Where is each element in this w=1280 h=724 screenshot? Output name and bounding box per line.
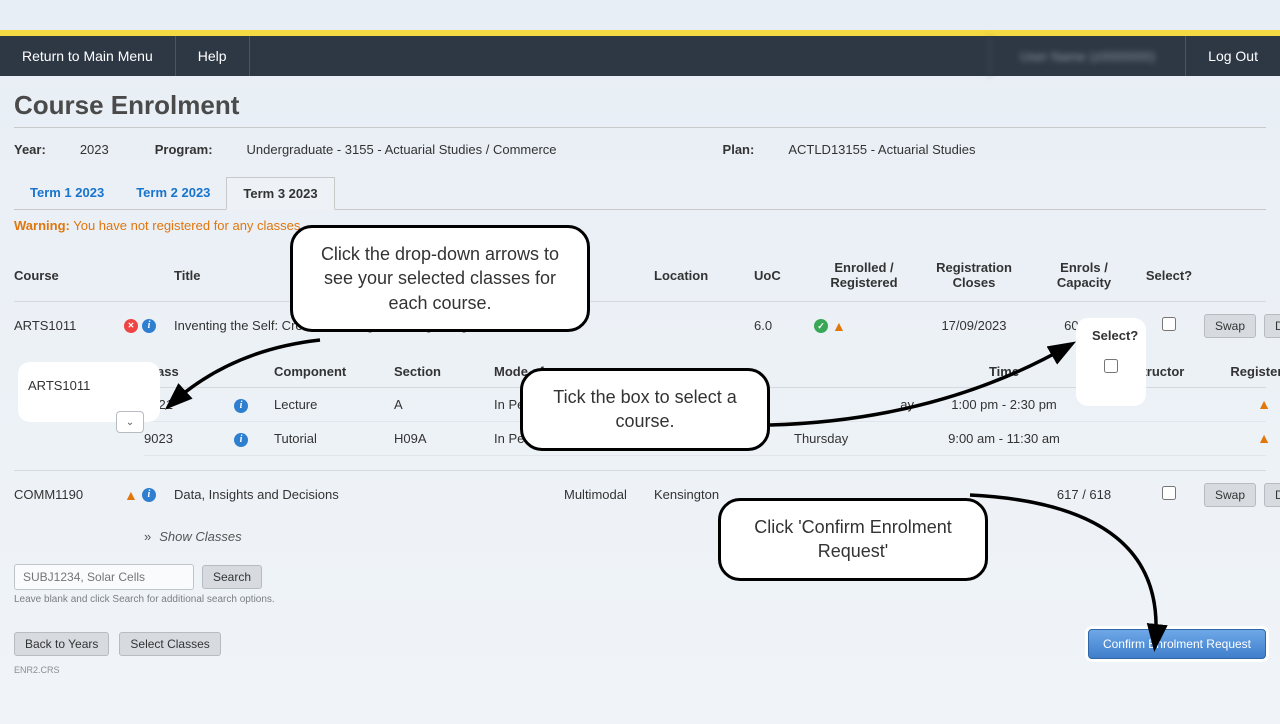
select-checkbox[interactable] xyxy=(1162,317,1176,331)
back-to-years-button[interactable]: Back to Years xyxy=(14,632,109,656)
col-enrolled: Enrolled / Registered xyxy=(814,261,914,291)
course-search-input[interactable] xyxy=(14,564,194,590)
year-label: Year: xyxy=(14,142,46,157)
search-hint: Leave blank and click Search for additio… xyxy=(14,594,1266,605)
drop-button[interactable]: Drop xyxy=(1264,483,1280,507)
remove-icon[interactable] xyxy=(124,319,138,333)
col-reg-closes: Registration Closes xyxy=(914,261,1034,291)
col-time: Time xyxy=(914,364,1094,379)
warning-icon xyxy=(124,487,138,503)
year-value: 2023 xyxy=(80,142,109,157)
help-link[interactable]: Help xyxy=(176,36,250,76)
course-title: Data, Insights and Decisions xyxy=(174,487,564,502)
class-section: A xyxy=(394,397,494,412)
term-tabs: Term 1 2023 Term 2 2023 Term 3 2023 xyxy=(14,177,1266,210)
select-checkbox-highlight[interactable] xyxy=(1104,359,1118,373)
context-row: Year: 2023 Program: Undergraduate - 3155 -… xyxy=(14,142,1266,157)
enrolled-check-icon xyxy=(814,319,828,333)
course-code: ARTS1011 xyxy=(14,318,124,333)
chevron-down-icon: ⌄ xyxy=(126,417,134,428)
select-classes-button[interactable]: Select Classes xyxy=(119,632,220,656)
col-select: Select? xyxy=(1134,268,1204,283)
callout-tick: Tick the box to select a course. xyxy=(520,368,770,451)
course-reg-closes: 17/09/2023 xyxy=(914,318,1034,333)
tab-term1[interactable]: Term 1 2023 xyxy=(14,177,120,209)
info-icon[interactable] xyxy=(234,433,248,447)
expand-classes-button[interactable]: ⌄ xyxy=(116,411,144,433)
course-uoc: 6.0 xyxy=(754,318,814,333)
class-component: Tutorial xyxy=(274,431,394,446)
select-checkbox[interactable] xyxy=(1162,486,1176,500)
class-day: ay xyxy=(794,397,914,412)
callout-confirm: Click 'Confirm Enrolment Request' xyxy=(718,498,988,581)
page-title: Course Enrolment xyxy=(14,90,1266,128)
confirm-enrolment-button[interactable]: Confirm Enrolment Request xyxy=(1088,629,1266,659)
program-label: Program: xyxy=(155,142,213,157)
search-button[interactable]: Search xyxy=(202,565,262,589)
course-delivery: Multimodal xyxy=(564,487,654,502)
callout-dropdown: Click the drop-down arrows to see your s… xyxy=(290,225,590,332)
tab-term2[interactable]: Term 2 2023 xyxy=(120,177,226,209)
info-icon[interactable] xyxy=(142,319,156,333)
user-identity: User Name (z0000000) xyxy=(989,36,1185,76)
page-code: ENR2.CRS xyxy=(14,665,1266,675)
warning-label: Warning: xyxy=(14,218,70,233)
warning-line: Warning: You have not registered for any… xyxy=(14,218,1266,233)
col-course: Course xyxy=(14,268,124,283)
warning-icon xyxy=(832,318,846,334)
class-number: 9023 xyxy=(144,431,234,446)
course-table-header: Course Title of Location UoC Enrolled / … xyxy=(14,251,1266,301)
plan-label: Plan: xyxy=(723,142,755,157)
col-uoc: UoC xyxy=(754,268,814,283)
warning-text: You have not registered for any classes xyxy=(73,218,300,233)
class-day: Thursday xyxy=(794,431,914,446)
class-component: Lecture xyxy=(274,397,394,412)
show-classes-label: Show Classes xyxy=(159,529,241,544)
course-code: COMM1190 xyxy=(14,487,124,502)
return-main-menu[interactable]: Return to Main Menu xyxy=(0,36,176,76)
col-location: Location xyxy=(654,268,754,283)
program-value: Undergraduate - 3155 - Actuarial Studies… xyxy=(247,142,557,157)
plan-value: ACTLD13155 - Actuarial Studies xyxy=(788,142,975,157)
col-component: Component xyxy=(274,364,394,379)
logout-link[interactable]: Log Out xyxy=(1185,36,1280,76)
class-time: 1:00 pm - 2:30 pm xyxy=(914,397,1094,412)
class-time: 9:00 am - 11:30 am xyxy=(914,431,1094,446)
col-select-highlight: Select? xyxy=(1092,328,1130,343)
chevron-right-icon: » xyxy=(144,529,151,544)
info-icon[interactable] xyxy=(234,399,248,413)
course-enrols: 617 / 618 xyxy=(1034,487,1134,502)
swap-button[interactable]: Swap xyxy=(1204,483,1256,507)
show-classes-toggle[interactable]: » Show Classes xyxy=(144,529,1266,544)
tab-term3[interactable]: Term 3 2023 xyxy=(226,177,334,210)
warning-icon xyxy=(1257,430,1271,446)
course-row: COMM1190 Data, Insights and Decisions Mu… xyxy=(14,470,1266,519)
drop-button[interactable]: Drop xyxy=(1264,314,1280,338)
top-nav: Return to Main Menu Help User Name (z000… xyxy=(0,36,1280,76)
class-section: H09A xyxy=(394,431,494,446)
swap-button[interactable]: Swap xyxy=(1204,314,1256,338)
col-enrols-cap: Enrols / Capacity xyxy=(1034,261,1134,291)
col-section: Section xyxy=(394,364,494,379)
warning-icon xyxy=(1257,396,1271,412)
col-registered: Registered xyxy=(1214,364,1280,379)
info-icon[interactable] xyxy=(142,488,156,502)
